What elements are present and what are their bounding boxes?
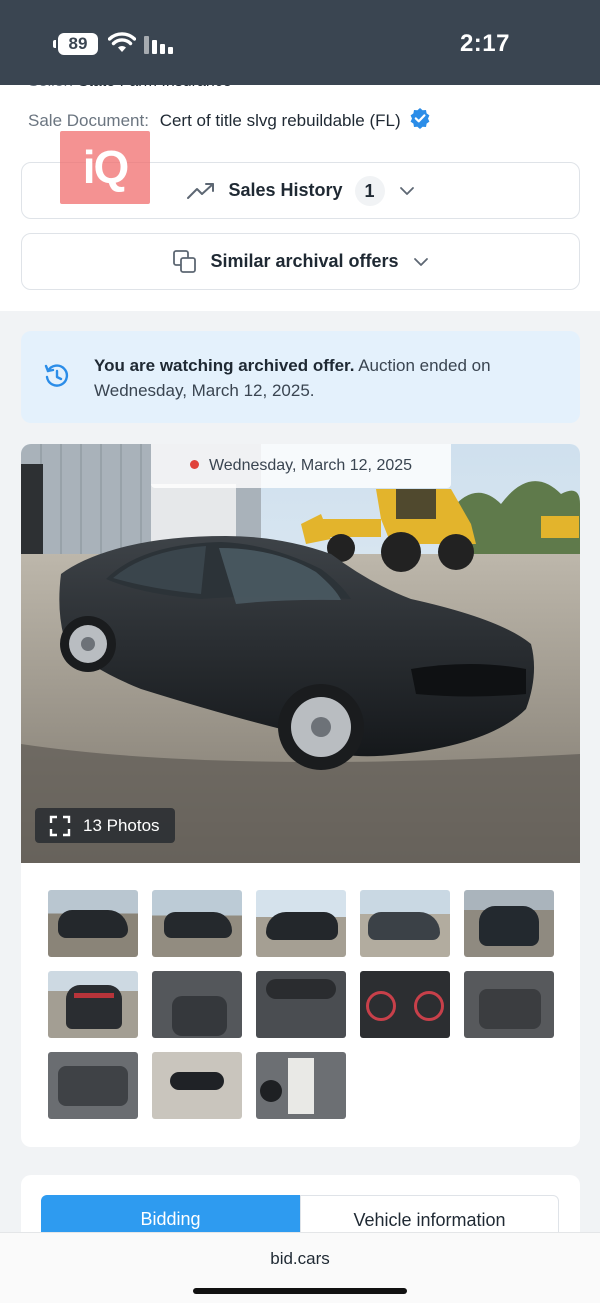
auction-date-chip: Wednesday, March 12, 2025 [151, 444, 451, 488]
similar-offers-label: Similar archival offers [210, 251, 399, 271]
status-bar: 89 2:17 [0, 0, 600, 85]
thumbnail-10[interactable] [464, 971, 554, 1038]
wifi-icon [108, 32, 136, 52]
date-dot-icon [189, 460, 199, 469]
sales-history-count: 1 [354, 175, 385, 206]
history-icon [44, 364, 69, 387]
sale-document-label: Sale Document: [28, 111, 149, 130]
similar-offers-toggle[interactable]: Similar archival offers [21, 233, 580, 290]
iq-watermark-logo: iQ [60, 131, 150, 204]
chevron-down-icon [399, 186, 415, 196]
archived-offer-text: You are watching archived offer. Auction… [94, 353, 554, 403]
auction-date: Wednesday, March 12, 2025 [208, 457, 413, 474]
sale-document-row: Sale Document: Cert of title slvg rebuil… [28, 107, 431, 131]
photos-count-button[interactable]: 13 Photos [35, 808, 175, 843]
trend-up-icon [186, 181, 216, 201]
thumbnail-13[interactable] [256, 1052, 346, 1119]
status-time: 2:17 [459, 30, 510, 57]
thumbnail-9[interactable] [360, 971, 450, 1038]
thumbnail-8[interactable] [256, 971, 346, 1038]
archived-offer-notice: You are watching archived offer. Auction… [21, 331, 580, 423]
sales-history-label: Sales History [228, 180, 343, 200]
tab-vehicle-information[interactable]: Vehicle information [300, 1195, 559, 1237]
verified-badge-icon [410, 108, 430, 129]
photos-count-label: 13 Photos [83, 816, 160, 835]
tab-bidding[interactable]: Bidding [41, 1195, 300, 1237]
fullscreen-icon [49, 815, 71, 837]
thumbnail-1[interactable] [48, 890, 138, 957]
thumbnail-12[interactable] [152, 1052, 242, 1119]
thumbnail-6[interactable] [48, 971, 138, 1038]
main-vehicle-photo[interactable]: Wednesday, March 12, 2025 13 Photos [21, 444, 580, 863]
thumbnail-7[interactable] [152, 971, 242, 1038]
thumbnail-11[interactable] [48, 1052, 138, 1119]
photo-gallery: Wednesday, March 12, 2025 13 Photos [21, 444, 580, 1147]
cellular-signal-icon [144, 36, 178, 54]
battery-indicator: 89 [53, 33, 98, 55]
chevron-down-icon [413, 257, 429, 267]
thumbnail-3[interactable] [256, 890, 346, 957]
home-indicator[interactable] [193, 1288, 407, 1294]
thumbnail-5[interactable] [464, 890, 554, 957]
url-field[interactable]: bid.cars [0, 1249, 600, 1269]
copy-icon [172, 249, 198, 275]
archived-offer-bold: You are watching archived offer. [94, 356, 355, 375]
thumbnail-2[interactable] [152, 890, 242, 957]
browser-address-bar: bid.cars [0, 1232, 600, 1303]
sale-document-value: Cert of title slvg rebuildable (FL) [159, 111, 401, 130]
thumbnail-4[interactable] [360, 890, 450, 957]
